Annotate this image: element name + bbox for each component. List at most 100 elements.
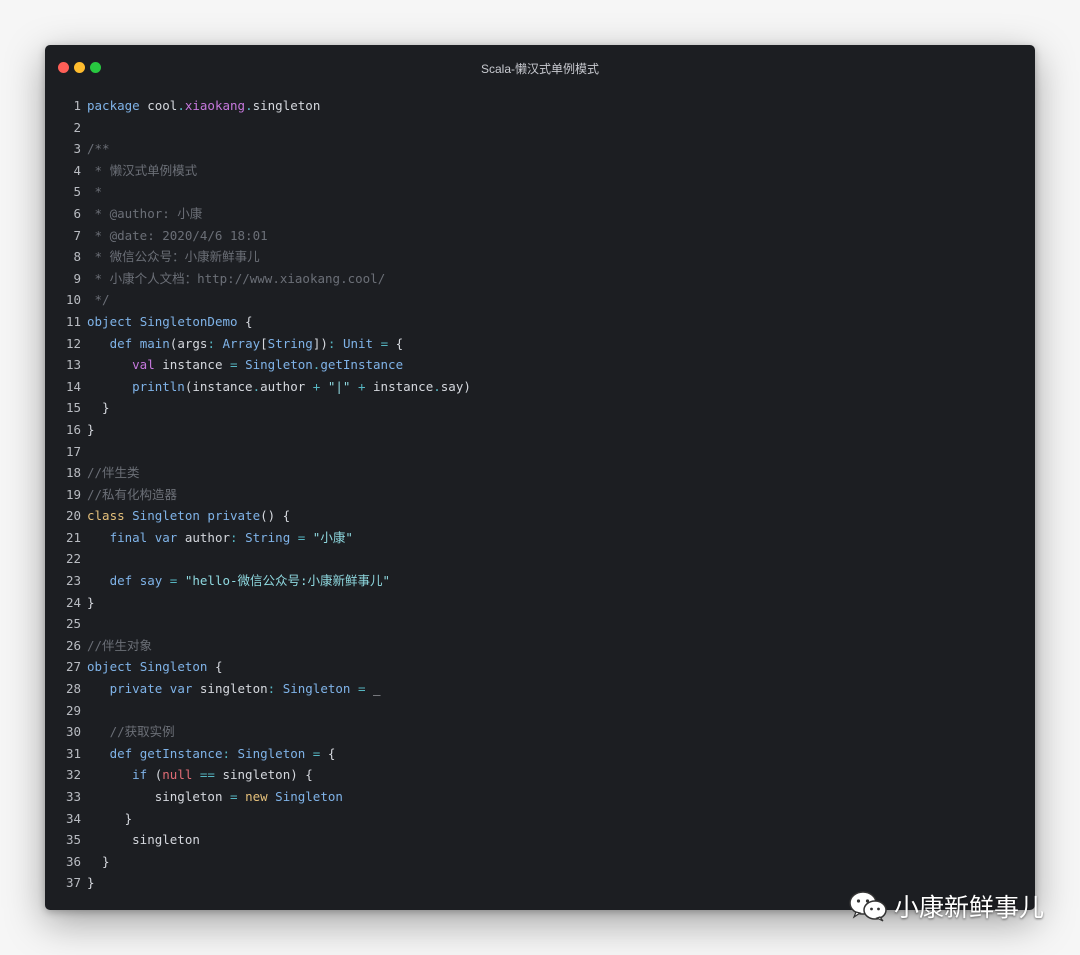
code-token: var — [154, 529, 185, 545]
code-token: } — [87, 853, 110, 869]
code-line[interactable]: 16} — [45, 419, 1035, 441]
code-token: Unit — [342, 335, 374, 351]
code-line[interactable]: 3 /** — [45, 138, 1035, 160]
code-text: * @author: 小康 — [81, 203, 203, 225]
code-line[interactable]: 10 */ — [45, 289, 1035, 311]
code-token: instance — [162, 357, 230, 373]
line-number: 27 — [65, 659, 81, 675]
line-number: 6 — [73, 205, 81, 221]
code-line[interactable]: 17 — [45, 441, 1035, 463]
code-token: author — [260, 378, 313, 394]
code-line[interactable]: 29 — [45, 700, 1035, 722]
code-text: //私有化构造器 — [81, 484, 177, 506]
code-token: if — [132, 767, 155, 783]
code-token: author — [184, 529, 230, 545]
code-token: } — [87, 810, 133, 826]
code-token: "hello-微信公众号:小康新鲜事儿" — [184, 573, 391, 589]
code-line[interactable]: 13 val instance = Singleton.getInstance — [45, 354, 1035, 376]
code-token: = — [350, 681, 374, 697]
code-line[interactable]: 34 } — [45, 808, 1035, 830]
code-line[interactable]: 15 } — [45, 397, 1035, 419]
code-text: * — [81, 181, 103, 203]
code-line[interactable]: 11 object SingletonDemo { — [45, 311, 1035, 333]
code-token: instance — [373, 378, 434, 394]
line-number: 22 — [65, 551, 81, 567]
code-line[interactable]: 35 singleton — [45, 829, 1035, 851]
code-token: + — [312, 378, 328, 394]
code-line[interactable]: 33 singleton = new Singleton — [45, 786, 1035, 808]
code-token: = — [162, 573, 185, 589]
code-token: //伴生对象 — [87, 637, 153, 653]
line-number: 12 — [65, 335, 81, 351]
code-token: "小康" — [312, 529, 353, 545]
line-number: 14 — [65, 378, 81, 394]
code-line[interactable]: 20 class Singleton private() { — [45, 505, 1035, 527]
code-text: } — [81, 397, 110, 419]
code-token: private — [207, 508, 261, 524]
code-line[interactable]: 18 //伴生类 — [45, 462, 1035, 484]
code-text: } — [81, 419, 95, 441]
code-token: final — [109, 529, 155, 545]
code-line[interactable]: 24} — [45, 592, 1035, 614]
code-line[interactable]: 7 * @date: 2020/4/6 18:01 — [45, 225, 1035, 247]
line-number: 1 — [73, 98, 81, 113]
code-line[interactable]: 12 def main(args: Array[String]): Unit =… — [45, 333, 1035, 355]
code-text: * 懒汉式单例模式 — [81, 160, 198, 182]
code-line[interactable]: 8 * 微信公众号：小康新鲜事儿 — [45, 246, 1035, 268]
code-line[interactable]: 6 * @author: 小康 — [45, 203, 1035, 225]
watermark: 小康新鲜事儿 — [848, 888, 1044, 924]
code-line[interactable]: 1 package cool.xiaokang.singleton — [45, 95, 1035, 117]
code-line[interactable]: 5 * — [45, 181, 1035, 203]
code-line[interactable]: 19 //私有化构造器 — [45, 484, 1035, 506]
code-token: //伴生类 — [87, 465, 140, 481]
code-token: var — [169, 681, 200, 697]
code-line[interactable]: 4 * 懒汉式单例模式 — [45, 160, 1035, 182]
code-line[interactable]: 36 } — [45, 851, 1035, 873]
code-line[interactable]: 28 private var singleton: Singleton = _ — [45, 678, 1035, 700]
code-token: singleton — [132, 832, 200, 848]
code-token: { — [327, 745, 336, 761]
code-token: + — [350, 378, 374, 394]
code-line[interactable]: 25 — [45, 613, 1035, 635]
code-line[interactable]: 31 def getInstance: Singleton = { — [45, 743, 1035, 765]
code-token: . — [252, 378, 261, 394]
code-line[interactable]: 27 object Singleton { — [45, 656, 1035, 678]
code-text: } — [81, 808, 133, 830]
code-line[interactable]: 14 println(instance.author + "|" + insta… — [45, 376, 1035, 398]
code-text: * 小康个人文档：http://www.xiaokang.cool/ — [81, 268, 386, 290]
code-token: singleton) { — [222, 767, 313, 783]
code-line[interactable]: 2 — [45, 117, 1035, 139]
code-line[interactable]: 30 //获取实例 — [45, 721, 1035, 743]
line-number: 24 — [65, 594, 81, 610]
code-token: singleton — [199, 681, 268, 697]
code-line[interactable]: 26 //伴生对象 — [45, 635, 1035, 657]
code-token: } — [87, 421, 95, 437]
code-text: object SingletonDemo { — [81, 311, 253, 333]
line-number: 35 — [65, 832, 81, 848]
code-token: { — [237, 313, 253, 329]
code-token: cool — [147, 98, 178, 113]
code-token: } — [87, 594, 95, 610]
line-number: 8 — [73, 249, 81, 265]
watermark-text: 小康新鲜事儿 — [893, 893, 1044, 922]
code-token: null — [162, 767, 193, 783]
code-token: "|" — [327, 378, 351, 394]
code-token: say — [139, 573, 163, 589]
code-line[interactable]: 23 def say = "hello-微信公众号:小康新鲜事儿" — [45, 570, 1035, 592]
code-token: : — [207, 335, 223, 351]
code-area[interactable]: 1 package cool.xiaokang.singleton 2 3/** 4 *… — [45, 95, 1035, 894]
code-line[interactable]: 21 final var author: String = "小康" — [45, 527, 1035, 549]
window-title: Scala-懒汉式单例模式 — [480, 62, 599, 76]
code-line[interactable]: 9 * 小康个人文档：http://www.xiaokang.cool/ — [45, 268, 1035, 290]
code-line[interactable]: 22 — [45, 548, 1035, 570]
code-token: = — [305, 745, 328, 761]
line-number: 10 — [65, 292, 81, 308]
code-line[interactable]: 32 if (null == singleton) { — [45, 764, 1035, 786]
code-text: class Singleton private() { — [81, 505, 290, 527]
code-token: = — [230, 357, 246, 373]
code-token: private — [109, 681, 170, 697]
code-token: getInstance — [320, 357, 404, 373]
